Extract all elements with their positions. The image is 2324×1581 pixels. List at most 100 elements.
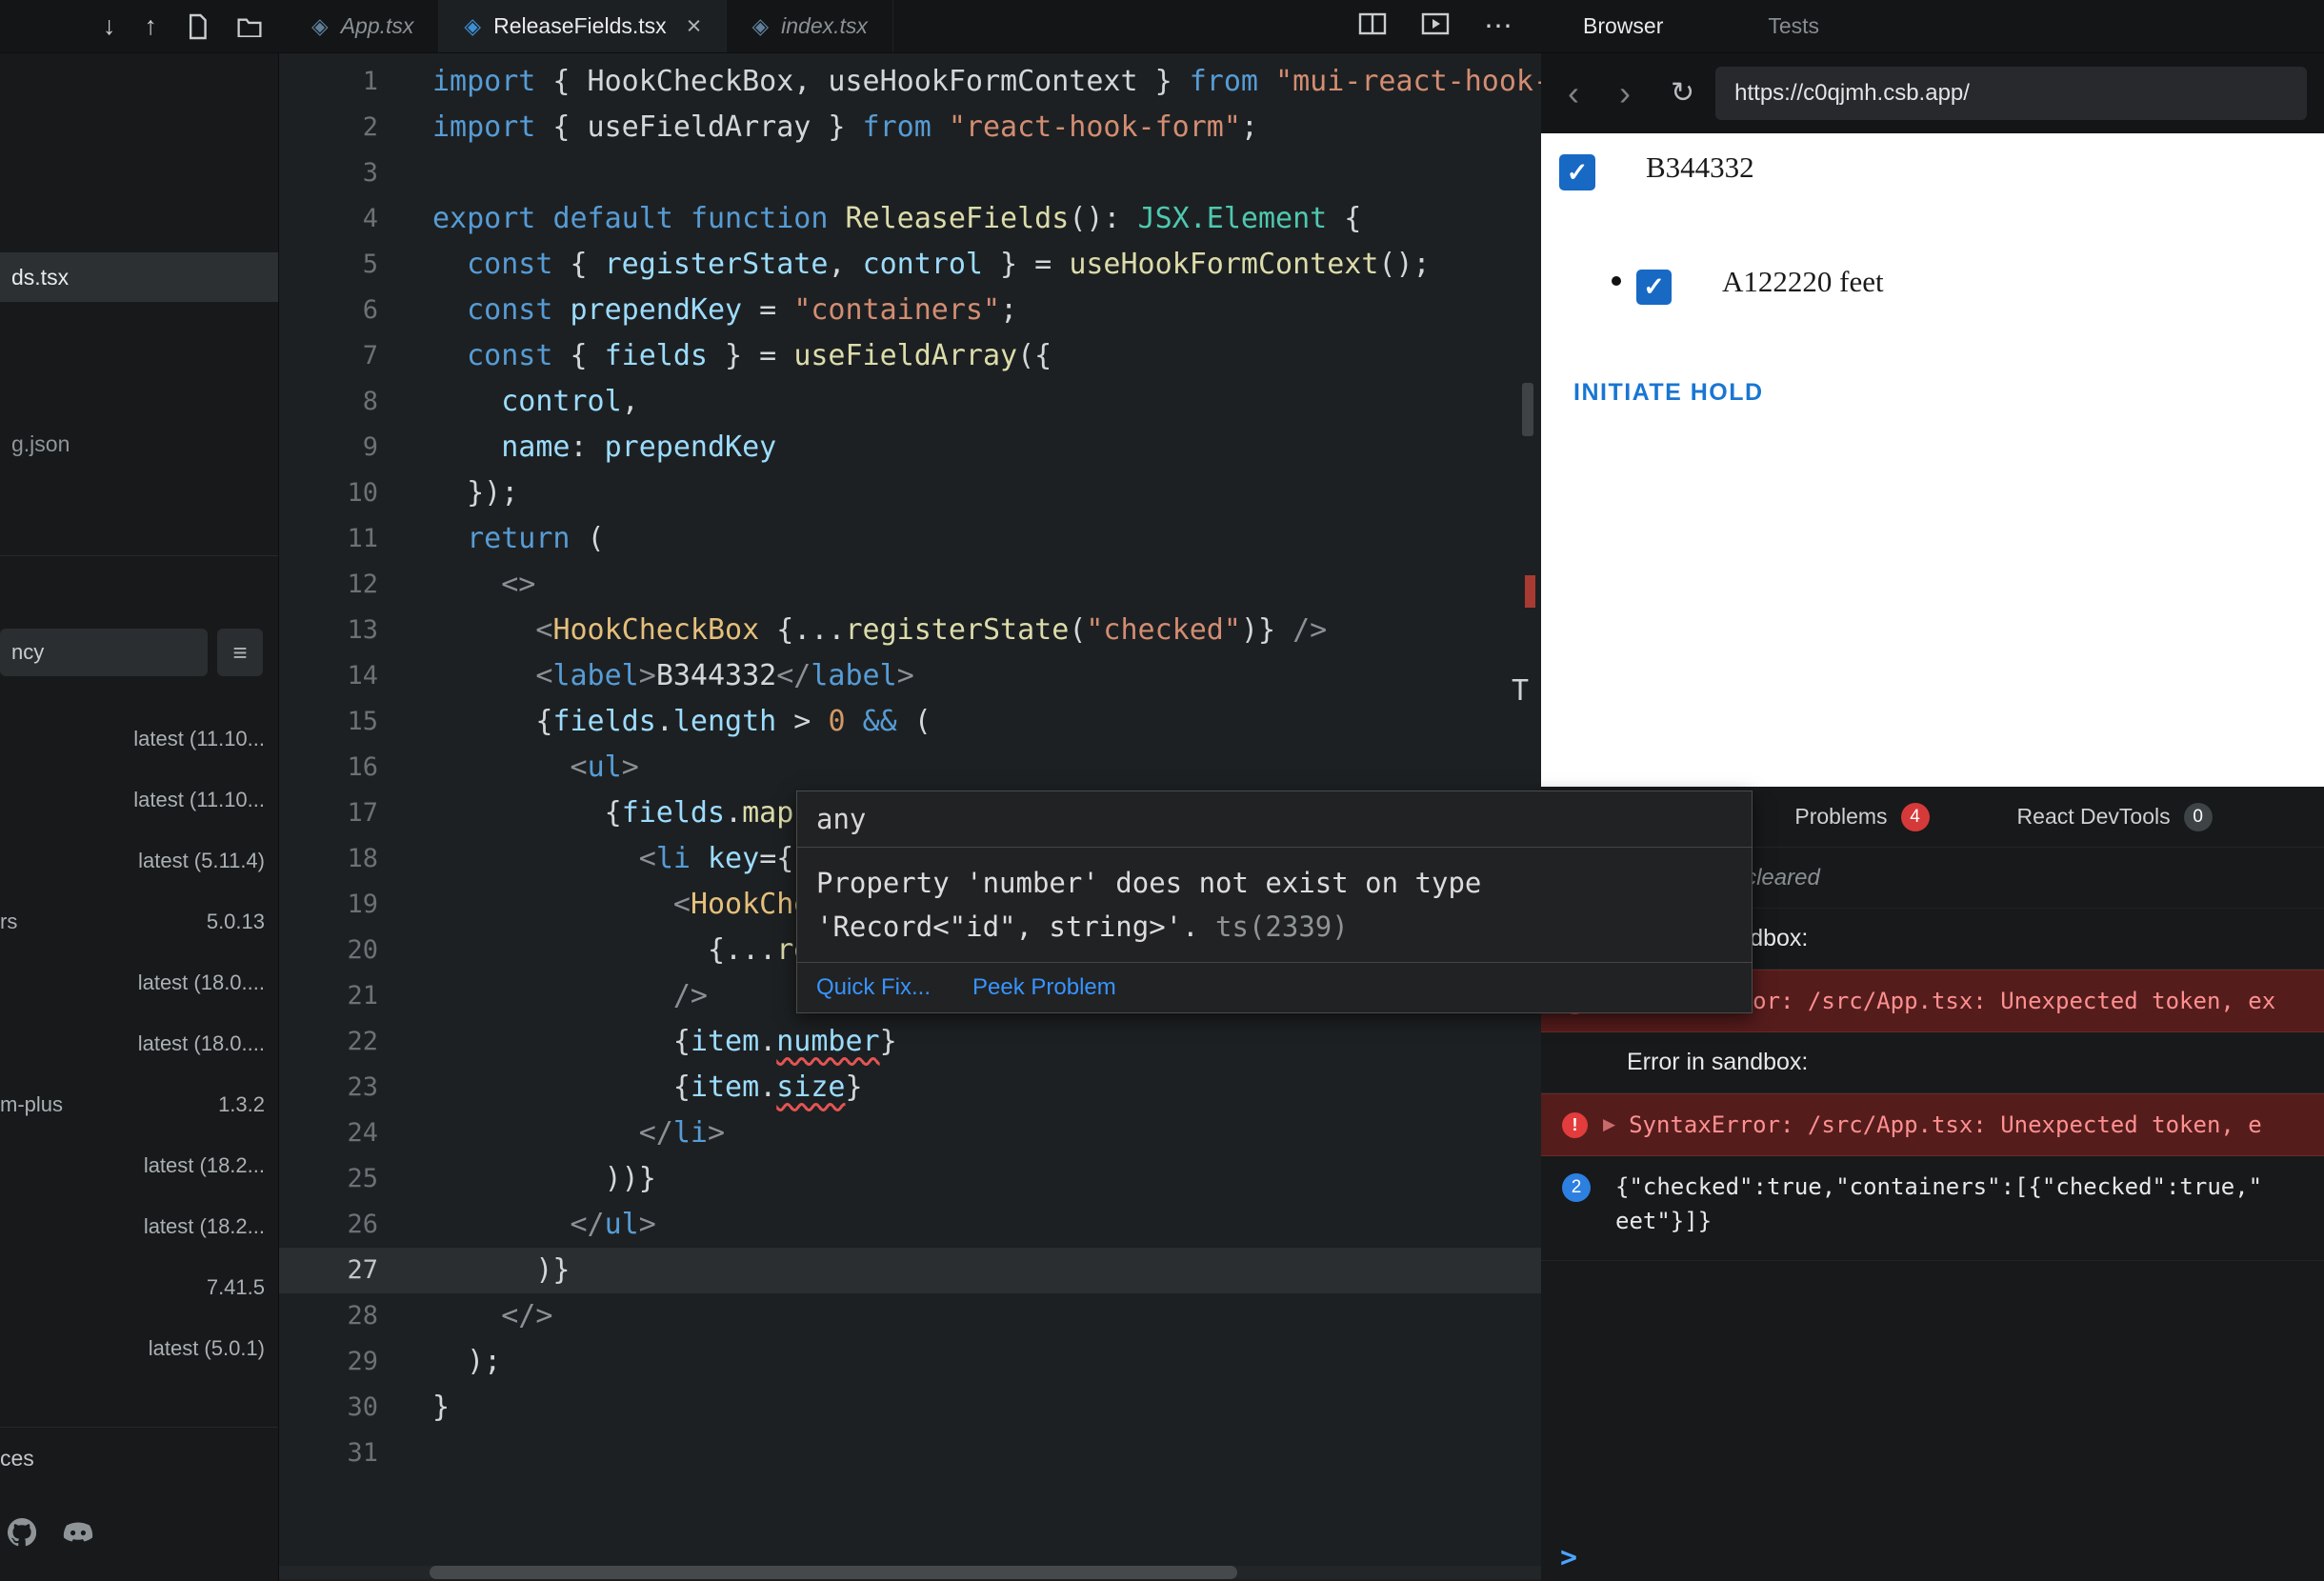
dependency-row[interactable]: latest (11.10...: [0, 770, 278, 831]
code-line[interactable]: 24 </li>: [279, 1111, 1541, 1156]
tab-releasefields-tsx[interactable]: ◈ ReleaseFields.tsx ×: [439, 0, 727, 52]
line-number: 1: [279, 59, 378, 105]
code-token: {: [432, 796, 622, 830]
code-line[interactable]: 28 </>: [279, 1293, 1541, 1339]
code-token: { useFieldArray }: [535, 110, 862, 144]
code-token: .: [759, 1071, 776, 1104]
code-line[interactable]: 12 <>: [279, 562, 1541, 608]
dependency-row[interactable]: latest (5.0.1): [0, 1318, 278, 1379]
code-token: } =: [983, 248, 1069, 281]
code-line[interactable]: 25 ))}: [279, 1156, 1541, 1202]
code-token: ():: [1069, 202, 1137, 235]
code-token: =: [742, 293, 793, 327]
dependency-row[interactable]: latest (5.11.4): [0, 831, 278, 891]
console-prompt-icon[interactable]: >: [1560, 1541, 1577, 1574]
code-text: <HookCheckBox {...registerState("checked…: [432, 608, 1327, 653]
dependency-row[interactable]: latest (18.0....: [0, 1013, 278, 1074]
quick-fix-link[interactable]: Quick Fix...: [816, 974, 931, 1001]
code-line[interactable]: 4export default function ReleaseFields()…: [279, 196, 1541, 242]
dependency-row[interactable]: m-plus1.3.2: [0, 1074, 278, 1135]
open-preview-icon[interactable]: [1421, 12, 1450, 40]
horizontal-scrollbar-handle[interactable]: [430, 1566, 1237, 1579]
line-number: 5: [279, 242, 378, 288]
dependency-row[interactable]: rs5.0.13: [0, 891, 278, 952]
code-line[interactable]: 13 <HookCheckBox {...registerState("chec…: [279, 608, 1541, 653]
line-number: 7: [279, 333, 378, 379]
console-row[interactable]: !▶SyntaxError: /src/App.tsx: Unexpected …: [1541, 1093, 2324, 1156]
code-line[interactable]: 8 control,: [279, 379, 1541, 425]
url-bar[interactable]: https://c0qjmh.csb.app/: [1715, 67, 2307, 120]
tab-app-tsx[interactable]: ◈ App.tsx: [287, 0, 439, 52]
sidebar-file-json[interactable]: g.json: [0, 419, 278, 469]
code-line[interactable]: 9 name: prependKey: [279, 425, 1541, 470]
close-tab-icon[interactable]: ×: [687, 11, 702, 41]
new-folder-icon[interactable]: [237, 16, 262, 37]
code-line[interactable]: 31: [279, 1431, 1541, 1476]
dependency-row[interactable]: latest (18.2...: [0, 1135, 278, 1196]
checkbox-b344332[interactable]: ✓: [1559, 154, 1595, 190]
code-token: <: [639, 842, 656, 875]
tab-index-tsx[interactable]: ◈ index.tsx: [727, 0, 892, 52]
code-token: [432, 248, 467, 281]
more-actions-icon[interactable]: ⋯: [1484, 10, 1513, 43]
split-editor-icon[interactable]: [1358, 12, 1387, 40]
checkbox-a122220[interactable]: ✓: [1636, 270, 1672, 305]
tab-browser[interactable]: Browser: [1583, 13, 1663, 39]
code-line[interactable]: 10 });: [279, 470, 1541, 516]
code-token: >: [897, 659, 914, 692]
code-line[interactable]: 16 <ul>: [279, 745, 1541, 790]
code-token: [673, 202, 691, 235]
code-line[interactable]: 30}: [279, 1385, 1541, 1431]
code-token: ,: [622, 385, 639, 418]
discord-icon[interactable]: [61, 1520, 95, 1551]
dependency-row[interactable]: latest (18.0....: [0, 952, 278, 1013]
code-token: ;: [1241, 110, 1258, 144]
upload-icon[interactable]: ↑: [145, 13, 158, 39]
initiate-hold-button[interactable]: INITIATE HOLD: [1573, 379, 1764, 407]
code-line[interactable]: 23 {item.size}: [279, 1065, 1541, 1111]
download-icon[interactable]: ↓: [103, 13, 116, 39]
dependency-row[interactable]: 7.41.5: [0, 1257, 278, 1318]
vertical-scrollbar-handle[interactable]: [1522, 383, 1533, 436]
console-row[interactable]: Error in sandbox:: [1541, 1032, 2324, 1093]
expand-arrow-icon[interactable]: ▶: [1603, 1115, 1615, 1134]
code-token: [432, 1208, 571, 1241]
horizontal-scrollbar[interactable]: [279, 1566, 1541, 1579]
back-icon[interactable]: ‹: [1568, 76, 1579, 110]
code-line[interactable]: 2import { useFieldArray } from "react-ho…: [279, 105, 1541, 150]
new-file-icon[interactable]: [186, 13, 209, 40]
tab-problems[interactable]: Problems 4: [1794, 803, 1929, 831]
forward-icon[interactable]: ›: [1619, 76, 1631, 110]
code-token: </: [571, 1208, 605, 1241]
console-row[interactable]: 2{"checked":true,"containers":[{"checked…: [1541, 1156, 2324, 1261]
dependency-row[interactable]: latest (11.10...: [0, 709, 278, 770]
dependency-row[interactable]: latest (18.2...: [0, 1196, 278, 1257]
code-line[interactable]: 1import { HookCheckBox, useHookFormConte…: [279, 59, 1541, 105]
code-line[interactable]: 15 {fields.length > 0 && (: [279, 699, 1541, 745]
code-token: [535, 202, 552, 235]
dependency-search-input[interactable]: ncy: [0, 629, 208, 676]
code-token: useHookFormContext: [1069, 248, 1378, 281]
github-icon[interactable]: [8, 1518, 36, 1551]
code-token: </: [776, 659, 811, 692]
dependency-menu-button[interactable]: ≡: [217, 629, 263, 676]
code-line[interactable]: 22 {item.number}: [279, 1019, 1541, 1065]
code-line[interactable]: 6 const prependKey = "containers";: [279, 288, 1541, 333]
code-token: label: [552, 659, 638, 692]
code-line[interactable]: 29 );: [279, 1339, 1541, 1385]
code-line[interactable]: 26 </ul>: [279, 1202, 1541, 1248]
code-line[interactable]: 14 <label>B344332</label>: [279, 653, 1541, 699]
code-line[interactable]: 5 const { registerState, control } = use…: [279, 242, 1541, 288]
tab-tests[interactable]: Tests: [1768, 13, 1819, 39]
code-line[interactable]: 27 )}: [279, 1248, 1541, 1293]
code-line[interactable]: 3: [279, 150, 1541, 196]
peek-problem-link[interactable]: Peek Problem: [972, 974, 1116, 1001]
code-line[interactable]: 7 const { fields } = useFieldArray({: [279, 333, 1541, 379]
code-token: <: [673, 888, 691, 921]
tab-label: index.tsx: [781, 13, 868, 39]
code-line[interactable]: 11 return (: [279, 516, 1541, 562]
sidebar-file-selected[interactable]: ds.tsx: [0, 252, 278, 302]
code-token: :: [571, 430, 605, 464]
refresh-icon[interactable]: ↻: [1671, 79, 1694, 108]
tab-react-devtools[interactable]: React DevTools 0: [2017, 803, 2213, 831]
